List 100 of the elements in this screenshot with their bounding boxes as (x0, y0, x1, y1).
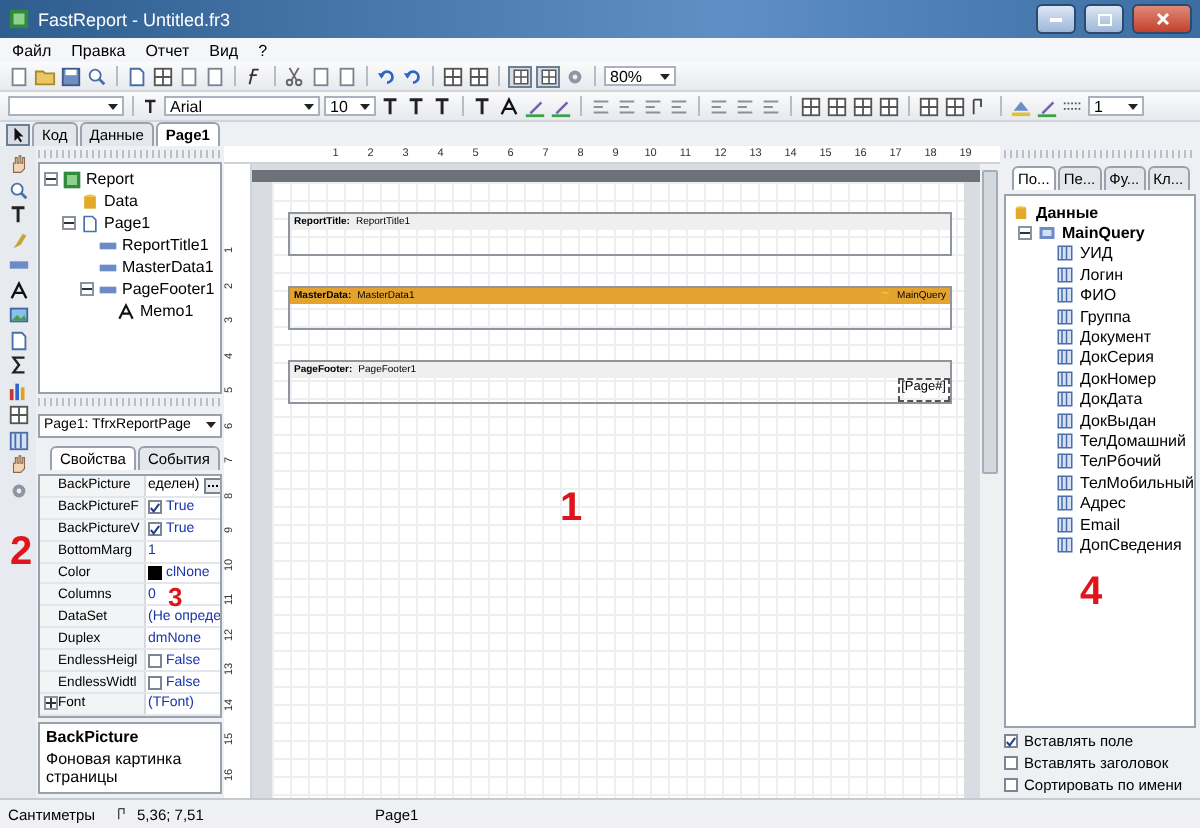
align-to-grid-toggle[interactable] (536, 65, 560, 87)
annotation-number: 4 (1080, 572, 1103, 612)
checkbox[interactable] (1004, 734, 1018, 748)
description-text: Фоновая картинка страницы (46, 749, 184, 788)
picture-icon[interactable] (7, 304, 29, 326)
all-borders-icon[interactable] (918, 95, 940, 117)
checkbox[interactable] (148, 675, 162, 689)
ellipsis-button[interactable] (203, 477, 220, 494)
tree-item[interactable]: ТелРбочий (1080, 452, 1162, 471)
tree-item[interactable]: ДокВыдан (1080, 411, 1157, 430)
select-tool-button[interactable] (6, 124, 30, 146)
tree-item[interactable]: ТелДомашний (1080, 431, 1186, 450)
close-icon (1155, 12, 1169, 26)
minimize-button[interactable] (1036, 4, 1076, 34)
justify-icon[interactable] (668, 95, 690, 117)
undo-icon[interactable] (376, 65, 398, 87)
tree-item[interactable]: ДопСведения (1080, 535, 1182, 554)
checkbox[interactable] (148, 653, 162, 668)
expand-toggle[interactable] (1018, 226, 1032, 241)
dropdown-caret-icon[interactable] (360, 103, 370, 109)
line-width-combo[interactable]: 1 (1088, 96, 1144, 116)
tree-item[interactable]: MasterData1 (122, 258, 214, 276)
dropdown-caret-icon[interactable] (304, 103, 314, 109)
tree-item[interactable]: Группа (1080, 307, 1131, 326)
minimize-icon (1050, 17, 1062, 21)
grid-icon (511, 67, 529, 85)
menu-item[interactable]: Файл (12, 41, 52, 59)
field-icon (1056, 244, 1074, 263)
data-icon (80, 191, 100, 211)
tree-item[interactable]: ДокСерия (1080, 348, 1154, 367)
hand-icon[interactable] (7, 454, 29, 476)
tree-item[interactable]: ФИО (1080, 286, 1117, 305)
menu-item[interactable]: Правка (71, 41, 126, 59)
dropdown-caret-icon[interactable] (108, 103, 118, 109)
tree-item[interactable]: Page1 (104, 214, 151, 232)
text-tool-icon[interactable] (7, 204, 29, 226)
zoom-icon[interactable] (7, 179, 29, 201)
letter-a-icon[interactable] (7, 279, 29, 301)
sigma-icon[interactable] (7, 354, 29, 376)
new-document-icon[interactable] (8, 65, 30, 87)
tree-item[interactable]: Адрес (1080, 494, 1126, 513)
dropdown-caret-icon[interactable] (1128, 103, 1138, 109)
dropdown-caret-icon[interactable] (206, 422, 216, 429)
tree-item[interactable]: ДокНомер (1080, 369, 1157, 388)
dropdown-caret-icon[interactable] (660, 73, 670, 79)
memo-icon (116, 301, 136, 321)
tree-item[interactable]: ReportTitle1 (122, 236, 209, 254)
tree-item[interactable]: УИД (1080, 244, 1113, 263)
field-icon (1056, 411, 1074, 430)
grid-toggle[interactable] (508, 65, 532, 87)
field-icon (1056, 473, 1074, 492)
tree-item[interactable]: MainQuery (1062, 224, 1145, 243)
hand-tool-icon[interactable] (7, 154, 29, 176)
tree-item[interactable]: Документ (1080, 328, 1151, 347)
checkbox[interactable] (1004, 756, 1018, 770)
align-center-icon[interactable] (616, 95, 638, 117)
expand-toggle[interactable] (80, 282, 94, 296)
tree-item[interactable]: Логин (1080, 265, 1124, 284)
tree-item[interactable]: Data (104, 192, 138, 210)
bar-chart-icon[interactable] (7, 379, 29, 401)
expand-toggle[interactable] (44, 696, 58, 711)
close-button[interactable] (1132, 4, 1192, 34)
cut-icon[interactable] (284, 65, 306, 87)
table-icon[interactable] (7, 404, 29, 426)
font-color-icon[interactable] (498, 95, 520, 117)
font-size-combo[interactable]: 10 (324, 96, 376, 116)
pointer-icon (9, 126, 27, 144)
tree-item[interactable]: Memo1 (140, 302, 194, 320)
tree-item[interactable]: ТелМобильный (1080, 473, 1195, 492)
maximize-button[interactable] (1084, 4, 1124, 34)
save-icon[interactable] (60, 65, 82, 87)
checkbox[interactable] (148, 522, 162, 537)
tree-item[interactable]: Report (86, 170, 135, 188)
description-title: BackPicture (46, 727, 141, 746)
annotation-number: 1 (560, 488, 583, 528)
report-icon (62, 169, 82, 189)
align-right-icon[interactable] (642, 95, 664, 117)
font-combo[interactable]: Arial (164, 96, 320, 116)
menu-item[interactable]: ? (258, 41, 268, 59)
tree-item[interactable]: ДокДата (1080, 390, 1143, 409)
font-icon (142, 97, 160, 115)
zoom-combo[interactable]: 80% (604, 66, 676, 86)
print-preview-icon[interactable] (86, 65, 108, 87)
tree-item[interactable]: PageFooter1 (122, 280, 215, 298)
menu-item[interactable]: Отчет (145, 41, 190, 59)
expand-toggle[interactable] (62, 216, 76, 230)
checkbox[interactable] (148, 500, 162, 515)
font-settings-icon[interactable] (472, 95, 494, 117)
checkbox[interactable] (1004, 778, 1018, 792)
menu-item[interactable]: Вид (209, 41, 239, 59)
redo-icon[interactable] (402, 65, 424, 87)
align-top-icon[interactable] (708, 95, 730, 117)
gear-icon[interactable] (7, 479, 29, 501)
tree-item[interactable]: Данные (1036, 203, 1099, 222)
tree-item[interactable]: Email (1080, 515, 1121, 534)
field-icon (1056, 452, 1074, 471)
align-left-icon[interactable] (590, 95, 612, 117)
field-icon (1056, 328, 1074, 347)
expand-toggle[interactable] (44, 172, 58, 186)
bold-icon[interactable] (380, 95, 402, 117)
